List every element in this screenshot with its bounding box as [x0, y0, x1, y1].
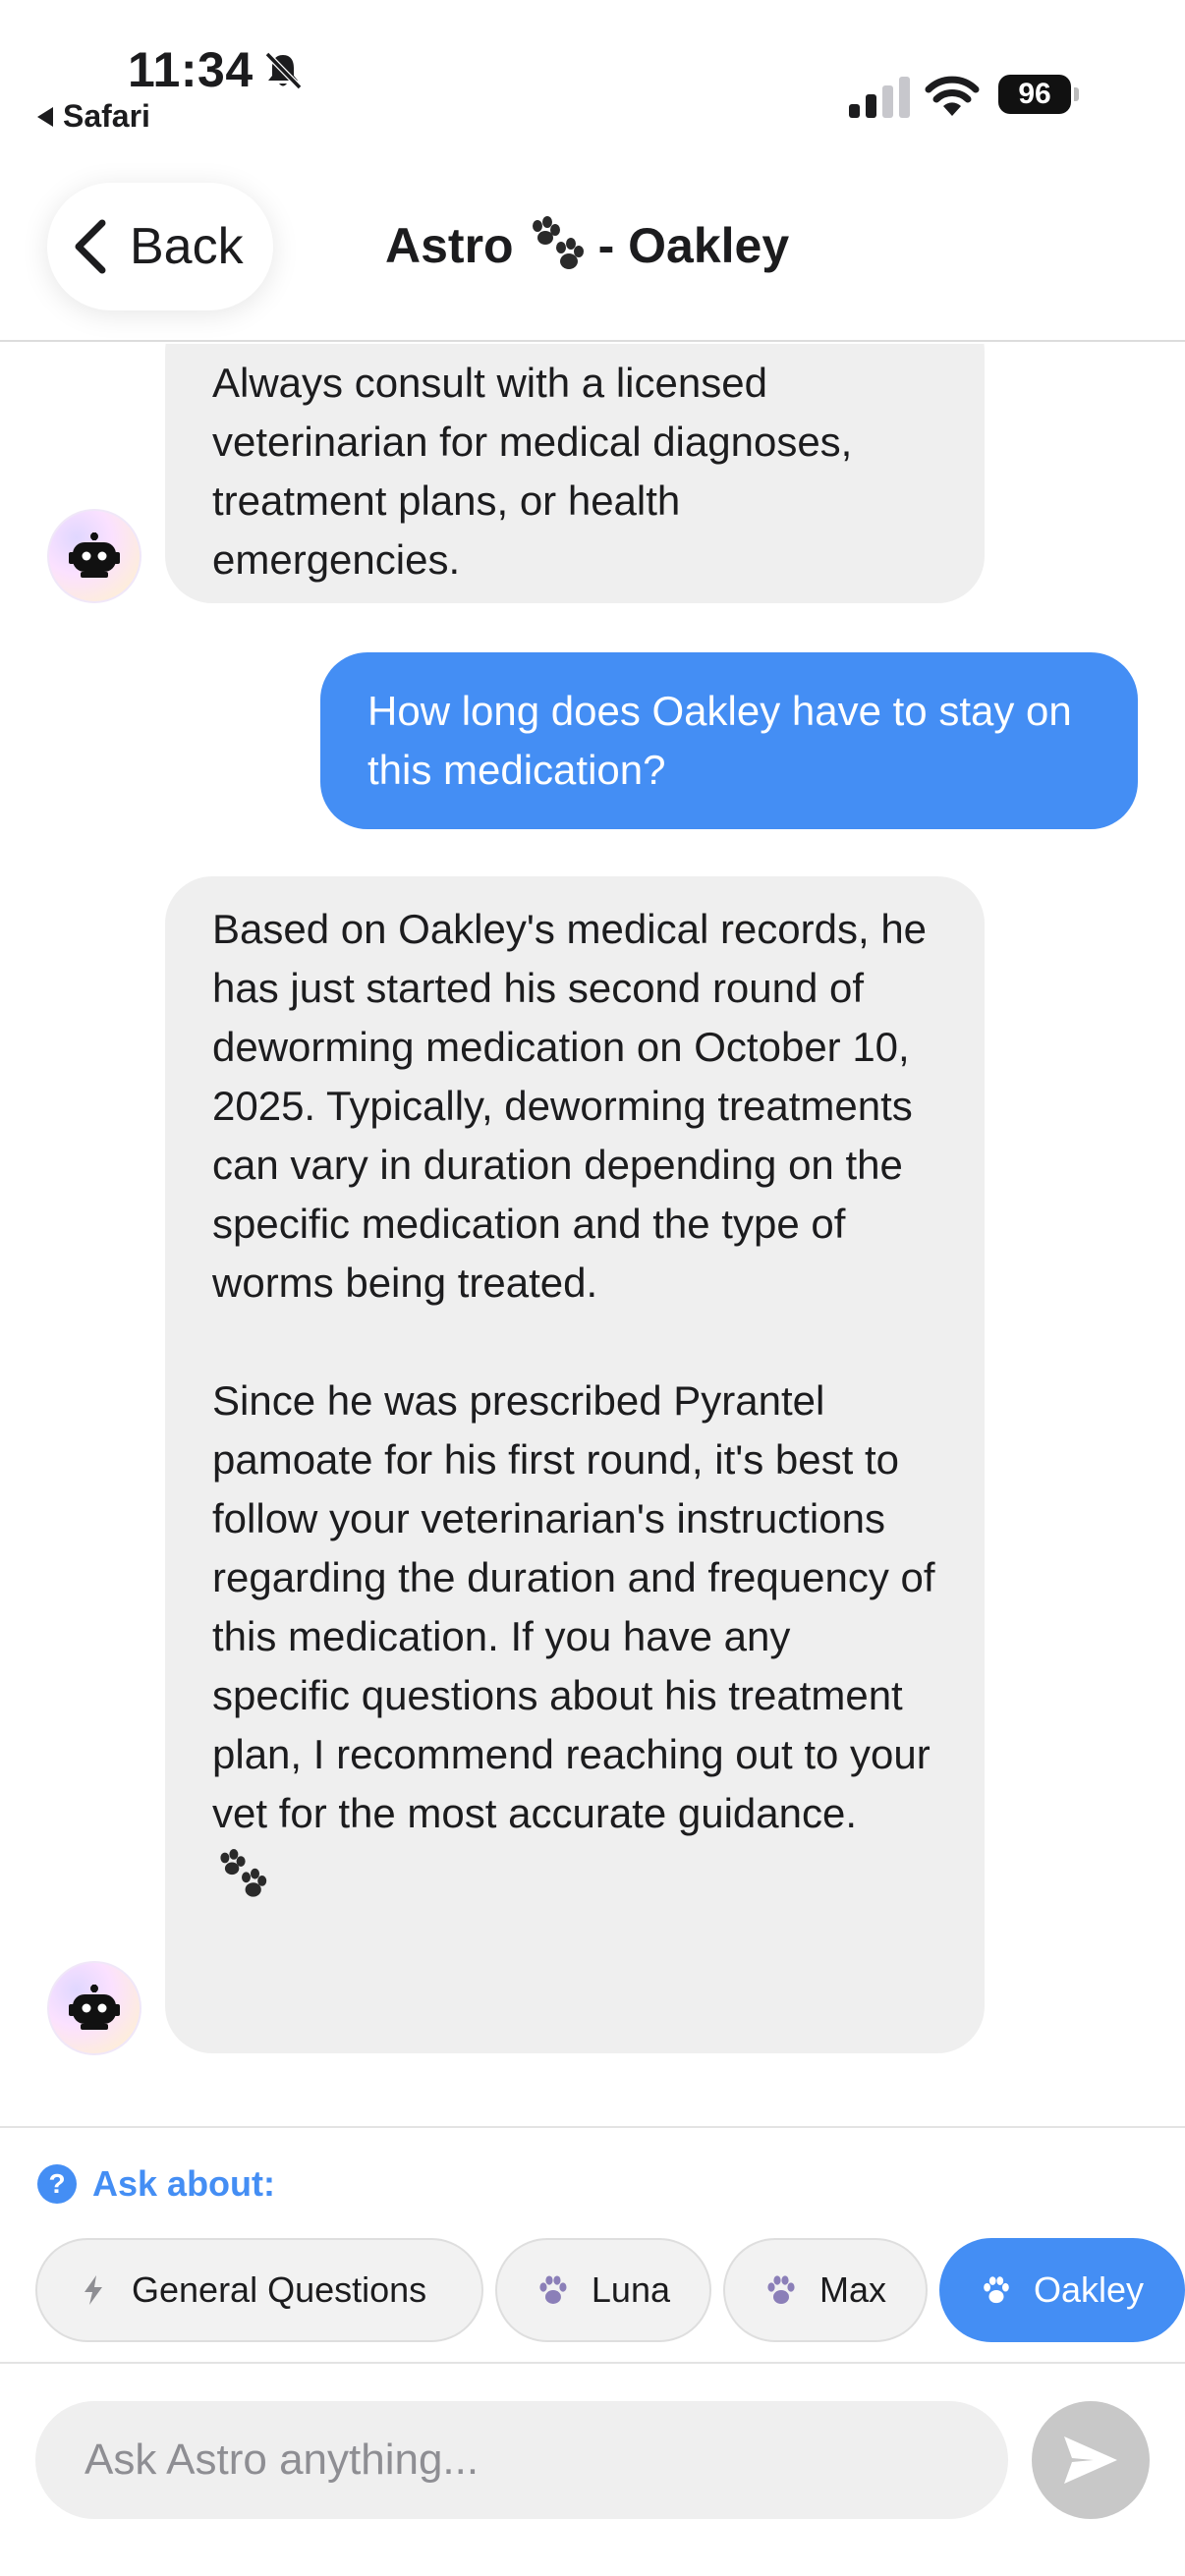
chip-label: Luna	[591, 2269, 670, 2310]
ask-about-section: ? Ask about: General Questions Luna Max …	[0, 2126, 1185, 2362]
back-app-label: Safari	[63, 98, 150, 134]
navigation-bar: Back Astro - Oakley	[0, 147, 1185, 342]
chip-label: Oakley	[1033, 2269, 1144, 2310]
battery-level: 96	[998, 75, 1071, 114]
cellular-signal-icon	[849, 77, 910, 118]
page-title-pet: - Oakley	[597, 218, 790, 273]
paw-icon	[767, 2275, 795, 2304]
send-button[interactable]	[1032, 2401, 1150, 2519]
robot-icon	[69, 1985, 120, 2030]
message-input[interactable]	[35, 2401, 1008, 2519]
assistant-avatar	[47, 1961, 141, 2055]
back-triangle-icon	[37, 106, 53, 127]
lightning-icon	[85, 2275, 102, 2305]
user-message: How long does Oakley have to stay on thi…	[320, 652, 1138, 829]
ask-about-label: ? Ask about:	[37, 2163, 275, 2205]
battery-nub	[1074, 87, 1079, 101]
chip-label: General Questions	[132, 2269, 427, 2310]
page-title-name: Astro	[385, 218, 514, 273]
assistant-message: Always consult with a licensed veterinar…	[165, 344, 985, 603]
paw-icon	[984, 2276, 1009, 2304]
message-paragraph: Based on Oakley's medical records, he ha…	[212, 906, 928, 1306]
wifi-icon	[925, 76, 980, 116]
message-text: Always consult with a licensed veterinar…	[212, 360, 853, 583]
paws-icon	[220, 1848, 267, 1897]
bell-muted-icon	[264, 51, 303, 90]
message-text: How long does Oakley have to stay on thi…	[367, 688, 1072, 793]
back-button-label: Back	[130, 218, 244, 275]
chip-oakley[interactable]: Oakley	[939, 2238, 1185, 2342]
back-to-safari[interactable]: Safari	[37, 98, 150, 135]
message-composer	[0, 2362, 1185, 2576]
robot-icon	[69, 532, 120, 578]
ask-about-text: Ask about:	[92, 2163, 276, 2204]
status-time: 11:34	[128, 42, 254, 97]
send-icon	[1064, 2436, 1117, 2484]
page-title: Astro - Oakley	[385, 216, 789, 275]
chevron-left-icon	[75, 219, 106, 274]
question-circle-icon: ?	[37, 2164, 77, 2204]
back-button[interactable]: Back	[47, 183, 273, 310]
chip-luna[interactable]: Luna	[495, 2238, 711, 2342]
chat-thread: Always consult with a licensed veterinar…	[0, 344, 1185, 2126]
paws-icon	[532, 216, 584, 269]
assistant-message: Based on Oakley's medical records, he ha…	[165, 876, 985, 2053]
paw-icon	[539, 2275, 567, 2304]
status-bar: 11:34 Safari 96	[0, 0, 1185, 147]
chip-label: Max	[818, 2269, 886, 2310]
battery-indicator: 96	[998, 75, 1079, 114]
chip-general-questions[interactable]: General Questions	[35, 2238, 483, 2342]
message-paragraph: Since he was prescribed Pyrantel pamoate…	[212, 1377, 935, 1836]
chip-max[interactable]: Max	[723, 2238, 928, 2342]
assistant-avatar	[47, 509, 141, 603]
